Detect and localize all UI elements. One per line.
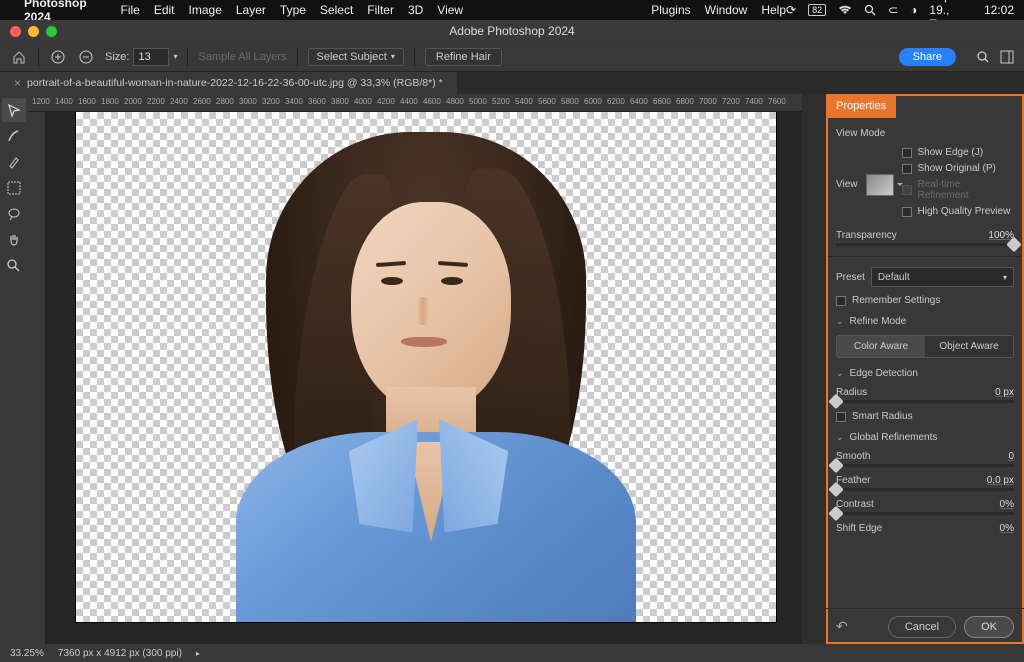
search-app-icon[interactable] (976, 50, 990, 64)
view-label: View (836, 179, 858, 190)
horizontal-ruler[interactable]: 1200140016001800200022002400260028003000… (28, 94, 802, 112)
workspace-icon[interactable] (1000, 50, 1014, 64)
menu-file[interactable]: File (120, 3, 139, 17)
control-center-icon[interactable]: ⊂ (888, 3, 898, 17)
menu-filter[interactable]: Filter (367, 3, 394, 17)
color-aware-button[interactable]: Color Aware (837, 336, 925, 357)
object-select-tool[interactable] (2, 176, 26, 200)
contrast-label: Contrast (836, 499, 874, 510)
battery-icon[interactable]: 82 (808, 4, 826, 16)
subject-portrait (186, 112, 666, 622)
view-mode-heading: View Mode (836, 128, 1014, 139)
high-quality-preview-checkbox[interactable] (902, 207, 912, 217)
size-dropdown-icon[interactable]: ▾ (173, 52, 177, 61)
sample-all-layers-checkbox: Sample All Layers (198, 51, 286, 63)
mac-menu-bar: Photoshop 2024 File Edit Image Layer Typ… (0, 0, 1024, 20)
preset-dropdown[interactable]: Default▾ (871, 267, 1014, 287)
minimize-window-button[interactable] (28, 26, 39, 37)
vertical-ruler[interactable] (28, 112, 46, 644)
quick-select-tool[interactable] (2, 98, 26, 122)
contrast-slider[interactable] (836, 512, 1014, 515)
view-thumbnail-dropdown[interactable] (866, 174, 894, 196)
hand-tool[interactable] (2, 228, 26, 252)
remember-settings-checkbox[interactable] (836, 296, 846, 306)
contrast-value[interactable]: 0% (1000, 499, 1014, 510)
window-titlebar: Adobe Photoshop 2024 (0, 20, 1024, 42)
close-tab-icon[interactable]: × (14, 76, 21, 90)
siri-icon[interactable]: ◑ (910, 3, 917, 17)
maximize-window-button[interactable] (46, 26, 57, 37)
feather-slider[interactable] (836, 488, 1014, 491)
preset-label: Preset (836, 272, 865, 283)
home-icon[interactable] (10, 48, 28, 66)
edge-detection-section[interactable]: ⌄Edge Detection (836, 368, 1014, 379)
document-tab[interactable]: × portrait-of-a-beautiful-woman-in-natur… (0, 72, 457, 94)
refine-hair-button[interactable]: Refine Hair (425, 48, 502, 66)
add-subtract-icon[interactable] (49, 48, 67, 66)
transparency-slider[interactable] (836, 243, 1014, 246)
wifi-icon[interactable] (838, 5, 852, 15)
properties-tab[interactable]: Properties (826, 94, 896, 118)
canvas-area[interactable] (46, 112, 802, 644)
doc-info-chevron-icon[interactable]: ▸ (196, 649, 200, 658)
realtime-refinement-checkbox (902, 185, 912, 195)
menu-layer[interactable]: Layer (236, 3, 266, 17)
menu-select[interactable]: Select (320, 3, 353, 17)
menu-image[interactable]: Image (189, 3, 222, 17)
menu-edit[interactable]: Edit (154, 3, 175, 17)
menu-time[interactable]: 12:02 (984, 3, 1014, 17)
select-subject-button[interactable]: Select Subject ▾ (308, 48, 404, 66)
document-info[interactable]: 7360 px x 4912 px (300 ppi) (58, 648, 182, 659)
smart-radius-checkbox[interactable] (836, 412, 846, 422)
menu-view[interactable]: View (437, 3, 463, 17)
menu-window[interactable]: Window (705, 3, 748, 17)
document-tab-label: portrait-of-a-beautiful-woman-in-nature-… (27, 77, 443, 89)
refine-mode-section[interactable]: ⌄Refine Mode (836, 316, 1014, 327)
ok-button[interactable]: OK (964, 616, 1014, 638)
shift-edge-label: Shift Edge (836, 523, 882, 534)
smooth-label: Smooth (836, 451, 870, 462)
document-canvas[interactable] (76, 112, 776, 622)
sync-icon[interactable]: ⟳ (786, 3, 796, 17)
zoom-percentage[interactable]: 33.25% (10, 648, 44, 659)
feather-label: Feather (836, 475, 870, 486)
tools-panel (0, 94, 28, 644)
document-tab-bar: × portrait-of-a-beautiful-woman-in-natur… (0, 72, 1024, 94)
close-window-button[interactable] (10, 26, 21, 37)
status-bar: 33.25% 7360 px x 4912 px (300 ppi) ▸ (0, 644, 1024, 662)
shift-edge-value[interactable]: 0% (1000, 523, 1014, 534)
object-aware-button[interactable]: Object Aware (925, 336, 1013, 357)
window-title: Adobe Photoshop 2024 (0, 24, 1024, 38)
chevron-down-icon: ▾ (391, 52, 395, 61)
show-original-checkbox[interactable] (902, 164, 912, 174)
options-bar: Size: ▾ Sample All Layers Select Subject… (0, 42, 1024, 72)
transparency-label: Transparency (836, 230, 897, 241)
smooth-slider[interactable] (836, 464, 1014, 467)
search-icon[interactable] (864, 4, 876, 16)
size-label: Size: (105, 51, 129, 63)
menu-type[interactable]: Type (280, 3, 306, 17)
collapsed-panel-strip[interactable] (802, 94, 826, 644)
radius-label: Radius (836, 387, 867, 398)
brush-size-input[interactable] (133, 48, 169, 66)
cancel-button[interactable]: Cancel (888, 616, 956, 638)
properties-panel: Properties View Mode View Show Edge (J) … (826, 94, 1024, 644)
feather-value[interactable]: 0,0 px (987, 475, 1014, 486)
global-refinements-section[interactable]: ⌄Global Refinements (836, 432, 1014, 443)
radius-value[interactable]: 0 px (995, 387, 1014, 398)
zoom-tool[interactable] (2, 254, 26, 278)
smooth-value[interactable]: 0 (1008, 451, 1014, 462)
menu-3d[interactable]: 3D (408, 3, 423, 17)
subtract-icon[interactable] (77, 48, 95, 66)
refine-edge-brush-tool[interactable] (2, 124, 26, 148)
radius-slider[interactable] (836, 400, 1014, 403)
menu-help[interactable]: Help (761, 3, 786, 17)
reset-icon[interactable]: ↶ (836, 618, 848, 635)
show-edge-checkbox[interactable] (902, 148, 912, 158)
share-button[interactable]: Share (899, 48, 956, 66)
brush-tool[interactable] (2, 150, 26, 174)
menu-plugins[interactable]: Plugins (651, 3, 690, 17)
lasso-tool[interactable] (2, 202, 26, 226)
